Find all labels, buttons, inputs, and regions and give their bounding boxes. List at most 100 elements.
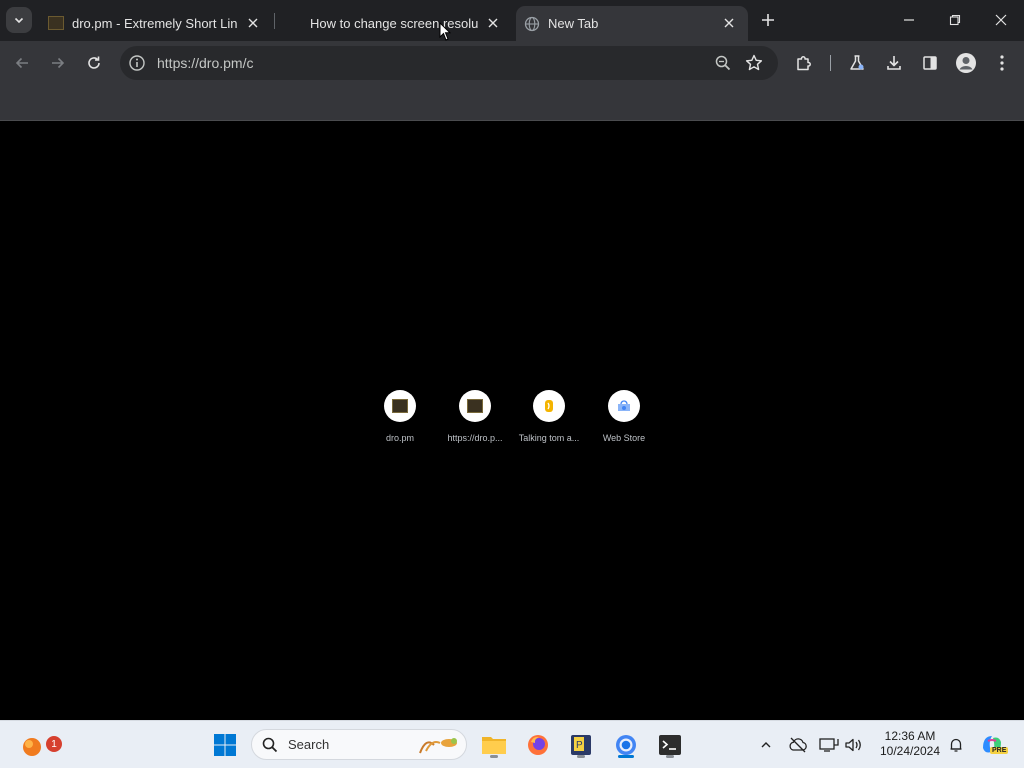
active-indicator [618, 755, 634, 758]
onedrive-tray-button[interactable] [787, 735, 809, 755]
globe-icon [524, 16, 540, 32]
more-vertical-icon [1000, 55, 1004, 71]
tab-screen-resolution[interactable]: How to change screen resolution [276, 6, 512, 41]
taskbar-app-editor[interactable]: P [565, 729, 597, 761]
labs-button[interactable] [843, 49, 871, 77]
flask-icon [850, 55, 864, 70]
menu-button[interactable] [988, 49, 1016, 77]
forward-button[interactable] [44, 49, 72, 77]
restore-button[interactable] [932, 0, 978, 40]
tab-close-button[interactable] [484, 14, 502, 32]
volume-tray-button[interactable] [843, 735, 865, 755]
taskbar-file-explorer[interactable] [478, 729, 510, 761]
close-icon [488, 18, 498, 28]
tab-new-tab[interactable]: New Tab [516, 6, 748, 41]
shortcut-label: dro.pm [385, 433, 414, 443]
talking-tom-icon [545, 400, 553, 412]
tab-search-button[interactable] [6, 7, 32, 33]
new-tab-page: dro.pm https://dro.p... Talking tom a...… [0, 121, 1024, 720]
mouse-cursor-icon [439, 22, 451, 41]
tab-strip: dro.pm - Extremely Short Links How to ch… [0, 0, 1024, 41]
tab-close-button[interactable] [244, 14, 262, 32]
reload-icon [88, 56, 100, 69]
running-indicator [490, 755, 498, 758]
firefox-icon [528, 735, 548, 755]
notification-badge: 1 [46, 736, 62, 752]
side-panel-icon [923, 56, 937, 70]
network-tray-button[interactable] [818, 735, 840, 755]
minimize-button[interactable] [886, 0, 932, 40]
tab-title: How to change screen resolution [310, 16, 478, 31]
editor-app-icon: P [571, 735, 591, 755]
shortcut-tile[interactable]: dro.pm [360, 390, 440, 450]
tab-close-button[interactable] [720, 14, 738, 32]
copilot-pre-badge: PRE [990, 747, 1009, 754]
taskbar-search-input[interactable]: Search [251, 729, 467, 760]
toolbar: https://dro.pm/c [0, 41, 1024, 85]
widgets-button[interactable]: 1 [16, 729, 62, 761]
shortcut-tile[interactable]: https://dro.p... [435, 390, 515, 450]
running-indicator [666, 755, 674, 758]
reload-button[interactable] [80, 49, 108, 77]
arrow-right-icon [52, 57, 65, 69]
shortcut-icon-wrapper [384, 390, 416, 422]
search-placeholder: Search [288, 737, 330, 752]
taskbar-chrome[interactable] [610, 729, 642, 761]
running-indicator [577, 755, 585, 758]
arrow-left-icon [15, 57, 28, 69]
taskbar: 1 Search P 12:36 AM 10/24/2024 PRE [0, 720, 1024, 768]
taskbar-firefox[interactable] [522, 729, 554, 761]
tab-title: New Tab [548, 16, 599, 31]
tab-title: dro.pm - Extremely Short Links [72, 16, 238, 31]
back-button[interactable] [8, 49, 36, 77]
site-info-icon[interactable] [128, 54, 146, 72]
folder-icon [482, 737, 506, 754]
side-panel-button[interactable] [916, 49, 944, 77]
terminal-icon [659, 735, 681, 755]
shortcut-tile[interactable]: Talking tom a... [509, 390, 589, 450]
search-icon [262, 737, 278, 753]
tab-dro-pm[interactable]: dro.pm - Extremely Short Links [40, 6, 272, 41]
address-bar[interactable]: https://dro.pm/c [120, 46, 778, 80]
bookmark-star-icon[interactable] [744, 53, 764, 73]
toolbar-divider [830, 55, 831, 71]
dro-favicon [48, 16, 64, 30]
close-icon [248, 18, 258, 28]
copilot-button[interactable]: PRE [976, 729, 1009, 761]
taskbar-clock[interactable]: 12:36 AM 10/24/2024 [872, 729, 948, 759]
tab-separator [274, 13, 275, 29]
close-window-button[interactable] [978, 0, 1024, 40]
close-icon [995, 14, 1007, 26]
profile-button[interactable] [952, 49, 980, 77]
download-icon [887, 56, 901, 70]
new-tab-button[interactable] [756, 8, 780, 32]
avatar-icon [956, 53, 976, 73]
bookmarks-bar [0, 85, 1024, 121]
start-button[interactable] [209, 729, 241, 761]
dro-favicon [392, 399, 408, 413]
shortcut-label: Talking tom a... [518, 433, 580, 443]
plus-icon [762, 14, 774, 26]
taskbar-terminal[interactable] [654, 729, 686, 761]
shortcut-icon-wrapper [608, 390, 640, 422]
zoom-icon[interactable] [714, 54, 732, 72]
search-highlight-icon [419, 738, 457, 754]
show-hidden-icons-button[interactable] [755, 735, 777, 755]
chrome-icon [616, 735, 636, 755]
shortcut-tile[interactable]: Web Store [584, 390, 664, 450]
windows-logo-icon [214, 734, 236, 756]
extensions-button[interactable] [790, 49, 818, 77]
minimize-icon [904, 19, 914, 21]
weather-icon [23, 738, 41, 756]
notifications-button[interactable] [945, 735, 967, 755]
svg-text:P: P [576, 740, 583, 751]
url-text[interactable]: https://dro.pm/c [157, 55, 253, 71]
web-store-icon [618, 400, 630, 411]
bell-icon [950, 738, 962, 752]
copilot-icon [983, 736, 1001, 754]
downloads-button[interactable] [880, 49, 908, 77]
clock-time: 12:36 AM [884, 729, 936, 743]
restore-icon [949, 14, 961, 26]
puzzle-icon [797, 56, 811, 71]
network-icon [819, 738, 839, 752]
